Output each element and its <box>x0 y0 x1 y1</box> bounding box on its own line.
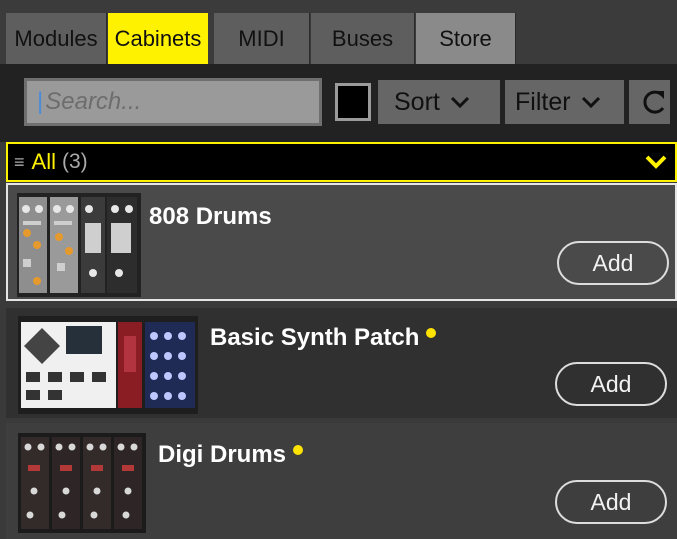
item-title-text: 808 Drums <box>149 203 272 230</box>
item-title-text: Basic Synth Patch <box>210 324 420 351</box>
search-input[interactable]: | Search... <box>24 78 322 126</box>
chevron-down-icon[interactable] <box>645 154 667 170</box>
item-title: Digi Drums <box>158 441 304 469</box>
sort-button[interactable]: Sort <box>378 80 500 124</box>
add-button[interactable]: Add <box>555 480 667 524</box>
tab-label: Cabinets <box>114 25 202 51</box>
list-item[interactable]: 808 Drums Add <box>6 183 677 301</box>
tab-label: MIDI <box>238 25 285 51</box>
list-item[interactable]: Basic Synth Patch Add <box>6 308 677 418</box>
list-item[interactable]: Digi Drums Add <box>6 423 677 539</box>
refresh-button[interactable] <box>629 80 670 124</box>
search-placeholder: Search... <box>45 88 142 115</box>
tab-store[interactable]: Store <box>416 13 516 64</box>
tab-label: Buses <box>331 25 394 51</box>
cabinet-thumbnail <box>17 193 141 297</box>
add-label: Add <box>590 370 632 397</box>
tab-buses[interactable]: Buses <box>311 13 415 64</box>
tab-label: Store <box>439 25 492 51</box>
chevron-down-icon <box>581 96 600 109</box>
add-label: Add <box>592 249 634 276</box>
item-count: (3) <box>61 150 88 173</box>
tab-bar: Modules Cabinets MIDI Buses Store <box>0 0 677 64</box>
filter-label: Filter <box>515 87 571 116</box>
refresh-icon <box>642 90 664 114</box>
menu-icon: ≡ <box>14 151 25 172</box>
chevron-down-icon <box>450 96 469 109</box>
category-filter-bar[interactable]: ≡ All (3) <box>6 142 677 182</box>
add-label: Add <box>590 488 632 515</box>
tab-cabinets[interactable]: Cabinets <box>108 13 208 64</box>
color-swatch[interactable] <box>335 83 371 121</box>
new-indicator-icon <box>426 328 437 338</box>
tab-midi[interactable]: MIDI <box>214 13 310 64</box>
cabinet-thumbnail <box>18 316 198 414</box>
text-caret: | <box>37 88 44 115</box>
item-title: Basic Synth Patch <box>210 324 437 352</box>
filter-label: All <box>31 149 56 174</box>
tab-label: Modules <box>14 25 98 51</box>
tab-modules[interactable]: Modules <box>6 13 107 64</box>
cabinet-thumbnail <box>18 433 146 533</box>
sort-label: Sort <box>394 87 440 116</box>
add-button[interactable]: Add <box>555 362 667 406</box>
item-title-text: Digi Drums <box>158 441 287 468</box>
new-indicator-icon <box>293 445 304 455</box>
add-button[interactable]: Add <box>557 241 669 285</box>
item-title: 808 Drums <box>149 203 272 231</box>
filter-button[interactable]: Filter <box>505 80 624 124</box>
